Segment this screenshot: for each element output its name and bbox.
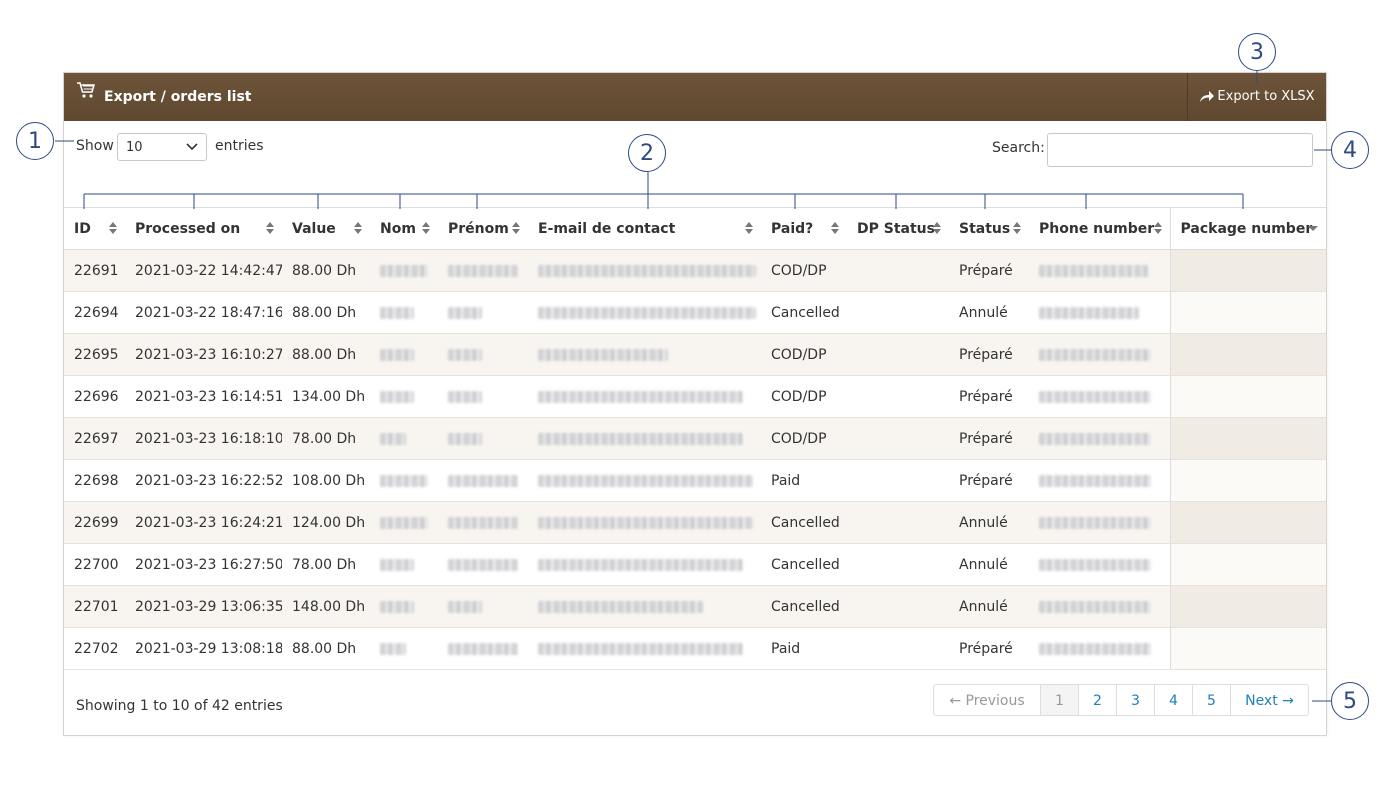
callout-3: 3	[1238, 33, 1276, 71]
callout-5: 5	[1331, 682, 1369, 720]
callout-4: 4	[1331, 131, 1369, 169]
callout-lines	[55, 71, 1331, 702]
callout-1: 1	[16, 122, 54, 160]
callout-2: 2	[628, 134, 666, 172]
